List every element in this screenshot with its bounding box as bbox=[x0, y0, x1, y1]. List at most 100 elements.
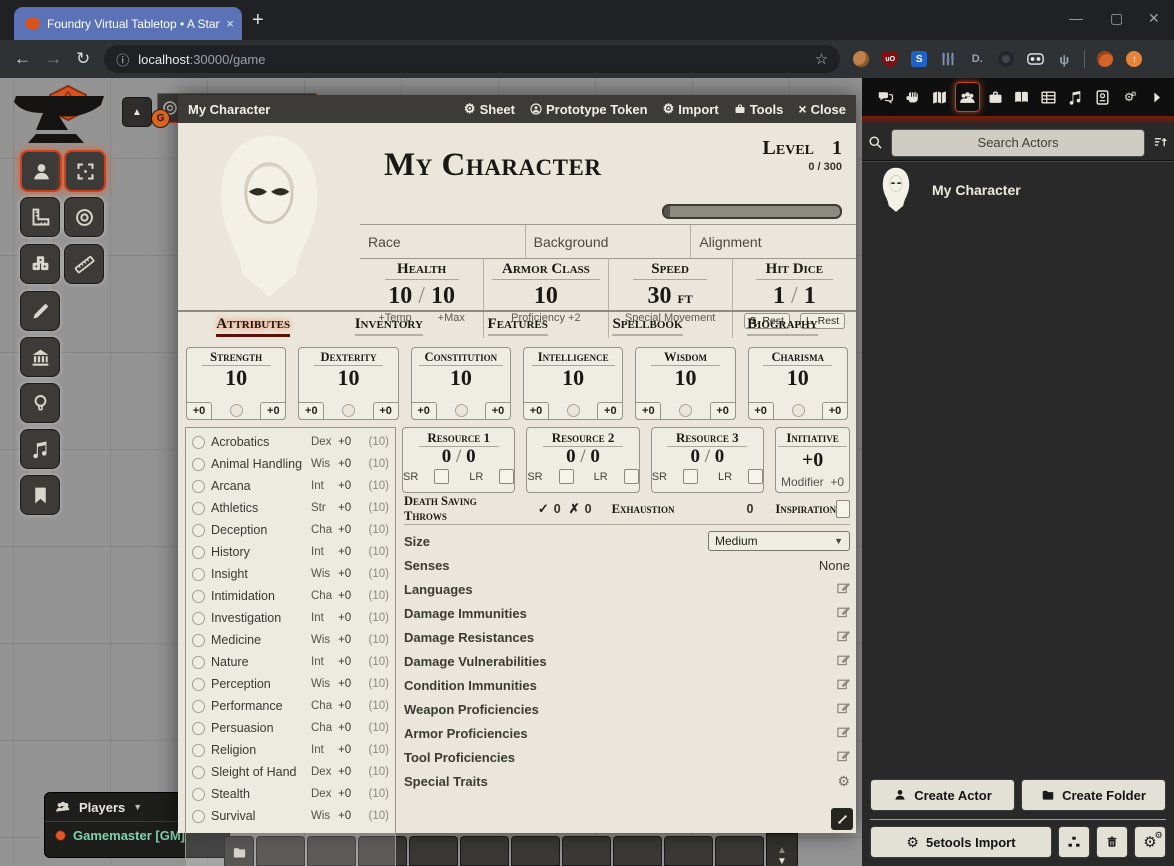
tab-spellbook[interactable]: Spellbook bbox=[612, 316, 682, 336]
ability-save[interactable]: +0 bbox=[822, 402, 848, 420]
sidebar-tab-journal-book[interactable] bbox=[1011, 83, 1034, 111]
edit-icon[interactable] bbox=[837, 581, 850, 597]
skill-proficiency-radio[interactable] bbox=[192, 722, 205, 735]
sheet-titlebar[interactable]: My Character ⚙Sheet Prototype Token ⚙Imp… bbox=[178, 95, 856, 123]
lightbulb-tool[interactable] bbox=[20, 383, 60, 423]
bookmark-tool[interactable] bbox=[20, 475, 60, 515]
sidebar-tab-settings-gears[interactable]: ⚙⚙ bbox=[1118, 83, 1141, 111]
forward-icon[interactable]: → bbox=[45, 49, 62, 69]
pencil-tool[interactable] bbox=[20, 291, 60, 331]
sr-checkbox[interactable] bbox=[683, 469, 698, 484]
ability-intelligence[interactable]: Intelligence10+0+0 bbox=[523, 347, 623, 420]
skill-proficiency-radio[interactable] bbox=[192, 546, 205, 559]
skill-proficiency-radio[interactable] bbox=[192, 568, 205, 581]
edit-icon[interactable] bbox=[837, 749, 850, 765]
5etools-import-button[interactable]: ⚙ 5etools Import bbox=[870, 826, 1052, 858]
tab-inventory[interactable]: Inventory bbox=[355, 316, 423, 336]
alignment-field[interactable]: Alignment bbox=[690, 225, 856, 258]
ability-modifier[interactable]: +0 bbox=[635, 402, 661, 420]
ability-save[interactable]: +0 bbox=[597, 402, 623, 420]
character-portrait[interactable] bbox=[178, 123, 360, 310]
skill-proficiency-radio[interactable] bbox=[192, 656, 205, 669]
browser-tab[interactable]: Foundry Virtual Tabletop • A Stan × bbox=[14, 7, 242, 40]
prototype-token-button[interactable]: Prototype Token bbox=[530, 102, 648, 117]
lr-checkbox[interactable] bbox=[624, 469, 639, 484]
hp-max[interactable]: 10 bbox=[431, 283, 455, 309]
back-icon[interactable]: ← bbox=[14, 49, 31, 69]
ability-modifier[interactable]: +0 bbox=[748, 402, 774, 420]
sidebar-tab-items-suitcase[interactable] bbox=[984, 83, 1007, 111]
macro-slot[interactable] bbox=[409, 836, 458, 866]
background-field[interactable]: Background bbox=[525, 225, 691, 258]
skill-row[interactable]: Sleight of HandDex+0(10) bbox=[192, 761, 389, 783]
dice-tool[interactable] bbox=[20, 244, 60, 284]
tools-button[interactable]: Tools bbox=[734, 102, 784, 117]
xp-value[interactable]: 0 / 300 bbox=[763, 161, 842, 173]
skill-proficiency-radio[interactable] bbox=[192, 678, 205, 691]
sheet-config-button[interactable]: ⚙Sheet bbox=[464, 101, 515, 117]
ability-save[interactable]: +0 bbox=[710, 402, 736, 420]
ability-modifier[interactable]: +0 bbox=[523, 402, 549, 420]
skill-row[interactable]: PersuasionCha+0(10) bbox=[192, 717, 389, 739]
create-actor-button[interactable]: Create Actor bbox=[870, 779, 1015, 811]
dark-circle-icon[interactable] bbox=[997, 50, 1015, 68]
tab-features[interactable]: Features bbox=[488, 316, 548, 336]
actor-list-item[interactable]: My Character bbox=[862, 161, 1174, 217]
sidebar-tab-tables-grid[interactable] bbox=[1037, 83, 1060, 111]
macro-slot[interactable] bbox=[562, 836, 611, 866]
skill-row[interactable]: MedicineWis+0(10) bbox=[192, 629, 389, 651]
skill-row[interactable]: DeceptionCha+0(10) bbox=[192, 519, 389, 541]
ability-score[interactable]: 10 bbox=[524, 366, 622, 390]
skill-row[interactable]: ArcanaInt+0(10) bbox=[192, 475, 389, 497]
ability-constitution[interactable]: Constitution10+0+0 bbox=[411, 347, 511, 420]
ability-modifier[interactable]: +0 bbox=[411, 402, 437, 420]
macro-slot[interactable] bbox=[715, 836, 764, 866]
resource-2-box[interactable]: Resource 20 / 0SRLR bbox=[526, 427, 639, 493]
profile-avatar[interactable] bbox=[1096, 50, 1114, 68]
ruler-l-tool[interactable] bbox=[20, 197, 60, 237]
delete-button[interactable] bbox=[1096, 826, 1128, 858]
ability-score[interactable]: 10 bbox=[749, 366, 847, 390]
edit-icon[interactable] bbox=[837, 701, 850, 717]
skill-row[interactable]: ReligionInt+0(10) bbox=[192, 739, 389, 761]
ability-proficiency-ring[interactable] bbox=[679, 404, 692, 417]
d-letter-icon[interactable]: D. bbox=[968, 50, 986, 68]
skill-proficiency-radio[interactable] bbox=[192, 436, 205, 449]
resource-1-box[interactable]: Resource 10 / 0SRLR bbox=[402, 427, 515, 493]
ublock-icon[interactable]: uO bbox=[881, 50, 899, 68]
tab-biography[interactable]: Biography bbox=[747, 316, 818, 336]
ability-charisma[interactable]: Charisma10+0+0 bbox=[748, 347, 848, 420]
ability-modifier[interactable]: +0 bbox=[298, 402, 324, 420]
tab-close-icon[interactable]: × bbox=[226, 16, 234, 31]
initiative-modifier[interactable]: Modifier +0 bbox=[776, 475, 849, 489]
ability-modifier[interactable]: +0 bbox=[186, 402, 212, 420]
death-failure-count[interactable]: 0 bbox=[585, 502, 592, 516]
sidebar-tab-scenes-map[interactable] bbox=[928, 83, 951, 111]
lr-checkbox[interactable] bbox=[499, 469, 514, 484]
ability-dexterity[interactable]: Dexterity10+0+0 bbox=[298, 347, 398, 420]
tab-attributes[interactable]: Attributes bbox=[216, 316, 290, 337]
size-select[interactable]: Medium▼ bbox=[708, 531, 850, 551]
resource-value[interactable]: 0 / 0 bbox=[527, 447, 638, 467]
skill-proficiency-radio[interactable] bbox=[192, 458, 205, 471]
skill-proficiency-radio[interactable] bbox=[192, 788, 205, 801]
ruler-diagonal-tool[interactable] bbox=[64, 244, 104, 284]
ability-score[interactable]: 10 bbox=[636, 366, 734, 390]
ability-score[interactable]: 10 bbox=[412, 366, 510, 390]
ability-save[interactable]: +0 bbox=[485, 402, 511, 420]
ability-strength[interactable]: Strength10+0+0 bbox=[186, 347, 286, 420]
ability-score[interactable]: 10 bbox=[187, 366, 285, 390]
death-success-count[interactable]: 0 bbox=[554, 502, 561, 516]
skill-proficiency-radio[interactable] bbox=[192, 524, 205, 537]
goggles-icon[interactable] bbox=[1026, 50, 1044, 68]
ability-proficiency-ring[interactable] bbox=[230, 404, 243, 417]
skill-row[interactable]: IntimidationCha+0(10) bbox=[192, 585, 389, 607]
ability-proficiency-ring[interactable] bbox=[567, 404, 580, 417]
configure-button[interactable]: ⚙⚙ bbox=[1134, 826, 1166, 858]
skill-proficiency-radio[interactable] bbox=[192, 810, 205, 823]
skill-row[interactable]: AcrobaticsDex+0(10) bbox=[192, 431, 389, 453]
create-folder-button[interactable]: Create Folder bbox=[1021, 779, 1166, 811]
update-arrow-icon[interactable]: ↑ bbox=[1125, 50, 1143, 68]
exhaustion-value[interactable]: 0 bbox=[746, 502, 753, 516]
resize-handle[interactable] bbox=[831, 808, 853, 830]
